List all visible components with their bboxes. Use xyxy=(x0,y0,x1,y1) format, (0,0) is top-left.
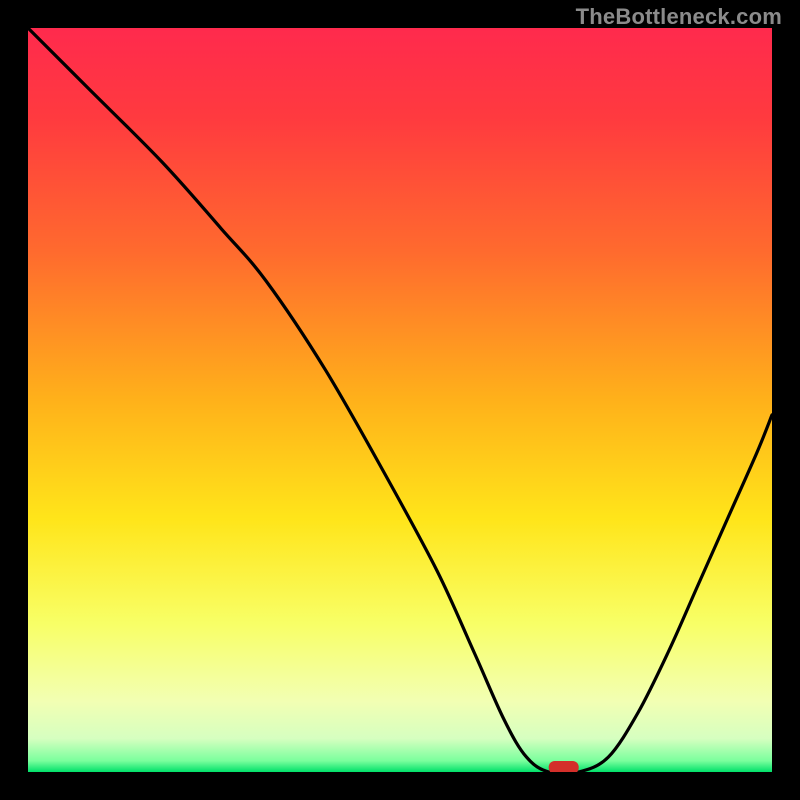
watermark-label: TheBottleneck.com xyxy=(576,4,782,30)
chart-svg xyxy=(28,28,772,772)
optimum-marker xyxy=(549,761,579,772)
plot-area xyxy=(28,28,772,772)
chart-frame: TheBottleneck.com xyxy=(0,0,800,800)
